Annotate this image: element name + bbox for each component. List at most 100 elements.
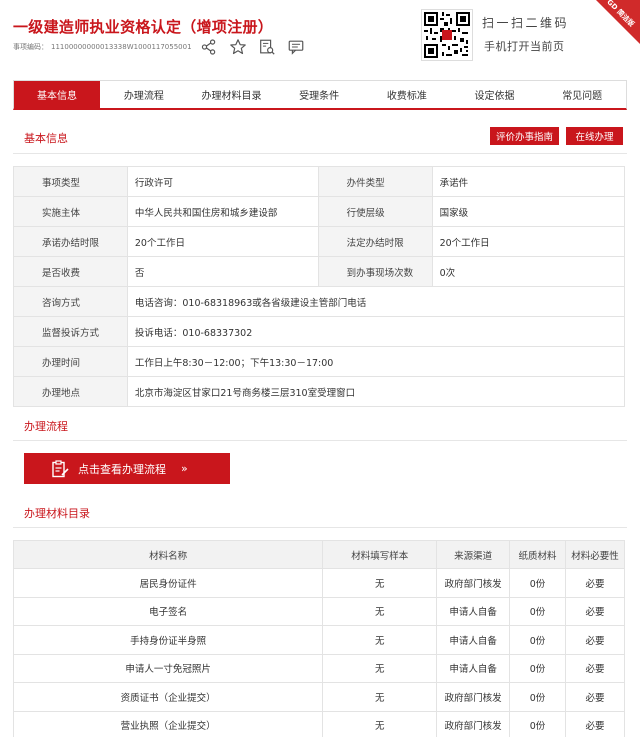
tab-process[interactable]: 办理流程 bbox=[100, 81, 188, 108]
field-value: 20个工作日 bbox=[431, 226, 626, 257]
tab-basis[interactable]: 设定依据 bbox=[451, 81, 539, 108]
table-row: 电子签名 无 申请人自备 0份 必要 bbox=[12, 596, 625, 626]
field-label: 承诺办结时限 bbox=[13, 226, 128, 257]
column-header: 材料填写样本 bbox=[322, 540, 438, 569]
star-icon[interactable] bbox=[229, 38, 247, 56]
section-title-basic-info: 基本信息 bbox=[24, 132, 68, 145]
field-label: 办理地点 bbox=[13, 376, 128, 407]
material-name: 手持身份证半身照 bbox=[12, 625, 324, 655]
field-value: 0次 bbox=[431, 256, 626, 287]
section-divider bbox=[13, 527, 627, 528]
item-code: 事项编码： 11100000000013338W1000117055001 bbox=[13, 42, 192, 52]
table-row: 手持身份证半身照 无 申请人自备 0份 必要 bbox=[12, 625, 625, 655]
table-row: 申请人一寸免冠照片 无 申请人自备 0份 必要 bbox=[12, 653, 625, 683]
field-label: 事项类型 bbox=[13, 166, 128, 197]
table-row: 资质证书（企业提交） 无 政府部门核发 0份 必要 bbox=[12, 682, 625, 712]
material-paper-count: 0份 bbox=[509, 710, 566, 737]
tab-basic-info[interactable]: 基本信息 bbox=[14, 81, 100, 108]
column-header: 纸质材料 bbox=[509, 540, 566, 569]
qr-code-image bbox=[421, 9, 473, 61]
item-code-value: 11100000000013338W1000117055001 bbox=[51, 43, 192, 51]
field-label: 咨询方式 bbox=[13, 286, 128, 317]
material-necessity: 必要 bbox=[565, 710, 625, 737]
material-source: 政府部门核发 bbox=[436, 710, 511, 737]
page-header: 一级建造师执业资格认定（增项注册） 事项编码： 11100000000013338… bbox=[0, 0, 640, 70]
table-row: 实施主体 中华人民共和国住房和城乡建设部 行使层级 国家级 bbox=[13, 196, 626, 227]
page-title: 一级建造师执业资格认定（增项注册） bbox=[13, 18, 274, 36]
material-necessity: 必要 bbox=[565, 568, 625, 598]
table-row: 承诺办结时限 20个工作日 法定办结时限 20个工作日 bbox=[13, 226, 626, 257]
field-label: 到办事现场次数 bbox=[317, 256, 433, 287]
field-value: 中华人民共和国住房和城乡建设部 bbox=[126, 196, 319, 227]
table-row: 办理地点 北京市海淀区甘家口21号商务楼三层310室受理窗口 bbox=[13, 376, 626, 407]
table-row: 咨询方式 电话咨询：010-68318963或各省级建设主管部门电话 bbox=[13, 286, 626, 317]
table-row: 营业执照（企业提交） 无 政府部门核发 0份 必要 bbox=[12, 710, 625, 737]
evaluate-guide-button[interactable]: 评价办事指南 bbox=[490, 127, 559, 145]
online-apply-button[interactable]: 在线办理 bbox=[566, 127, 623, 145]
field-label: 法定办结时限 bbox=[317, 226, 433, 257]
materials-table: 材料名称 材料填写样本 来源渠道 纸质材料 材料必要性 居民身份证件 无 政府部… bbox=[12, 540, 625, 737]
tab-conditions[interactable]: 受理条件 bbox=[275, 81, 363, 108]
material-paper-count: 0份 bbox=[509, 625, 566, 655]
view-process-button[interactable]: 点击查看办理流程 » bbox=[24, 453, 230, 484]
field-value: 投诉电话：010-68337302 bbox=[126, 316, 626, 347]
field-value: 承诺件 bbox=[431, 166, 626, 197]
section-title-process: 办理流程 bbox=[24, 420, 68, 433]
material-source: 申请人自备 bbox=[436, 653, 511, 683]
field-label: 实施主体 bbox=[13, 196, 128, 227]
table-row: 办理时间 工作日上午8:30－12:00；下午13:30－17:00 bbox=[13, 346, 626, 377]
material-necessity: 必要 bbox=[565, 625, 625, 655]
column-header: 材料名称 bbox=[12, 540, 324, 569]
tab-faq[interactable]: 常见问题 bbox=[538, 81, 626, 108]
item-code-label: 事项编码： bbox=[13, 43, 48, 51]
column-header: 来源渠道 bbox=[436, 540, 511, 569]
section-title-materials: 办理材料目录 bbox=[24, 507, 90, 520]
field-value: 行政许可 bbox=[126, 166, 319, 197]
tab-materials[interactable]: 办理材料目录 bbox=[188, 81, 276, 108]
table-row: 监督投诉方式 投诉电话：010-68337302 bbox=[13, 316, 626, 347]
simple-version-badge[interactable]: GD 简洁版 bbox=[596, 0, 640, 44]
material-sample: 无 bbox=[322, 710, 438, 737]
double-chevron-icon: » bbox=[181, 462, 188, 475]
material-sample: 无 bbox=[322, 625, 438, 655]
tab-bar: 基本信息 办理流程 办理材料目录 受理条件 收费标准 设定依据 常见问题 bbox=[13, 80, 627, 110]
material-name: 资质证书（企业提交） bbox=[12, 682, 324, 712]
scan-title: 扫一扫二维码 bbox=[482, 16, 570, 30]
section-divider bbox=[13, 153, 627, 154]
field-value: 否 bbox=[126, 256, 319, 287]
basic-info-table: 事项类型 行政许可 办件类型 承诺件 实施主体 中华人民共和国住房和城乡建设部 … bbox=[13, 166, 626, 407]
material-necessity: 必要 bbox=[565, 653, 625, 683]
table-row: 事项类型 行政许可 办件类型 承诺件 bbox=[13, 166, 626, 197]
material-necessity: 必要 bbox=[565, 596, 625, 626]
material-paper-count: 0份 bbox=[509, 568, 566, 598]
material-name: 营业执照（企业提交） bbox=[12, 710, 324, 737]
field-value: 国家级 bbox=[431, 196, 626, 227]
material-name: 居民身份证件 bbox=[12, 568, 324, 598]
field-value: 北京市海淀区甘家口21号商务楼三层310室受理窗口 bbox=[126, 376, 626, 407]
material-sample: 无 bbox=[322, 682, 438, 712]
column-header: 材料必要性 bbox=[565, 540, 625, 569]
field-value: 20个工作日 bbox=[126, 226, 319, 257]
material-paper-count: 0份 bbox=[509, 682, 566, 712]
field-label: 办件类型 bbox=[317, 166, 433, 197]
table-header-row: 材料名称 材料填写样本 来源渠道 纸质材料 材料必要性 bbox=[12, 540, 625, 569]
tab-fees[interactable]: 收费标准 bbox=[363, 81, 451, 108]
material-name: 电子签名 bbox=[12, 596, 324, 626]
table-row: 居民身份证件 无 政府部门核发 0份 必要 bbox=[12, 568, 625, 598]
material-sample: 无 bbox=[322, 653, 438, 683]
comment-icon[interactable] bbox=[287, 38, 305, 56]
material-source: 申请人自备 bbox=[436, 596, 511, 626]
field-label: 办理时间 bbox=[13, 346, 128, 377]
share-icon[interactable] bbox=[200, 38, 218, 56]
material-source: 申请人自备 bbox=[436, 625, 511, 655]
search-doc-icon[interactable] bbox=[258, 38, 276, 56]
field-label: 是否收费 bbox=[13, 256, 128, 287]
material-necessity: 必要 bbox=[565, 682, 625, 712]
material-sample: 无 bbox=[322, 568, 438, 598]
scan-subtitle: 手机打开当前页 bbox=[484, 40, 565, 53]
table-row: 是否收费 否 到办事现场次数 0次 bbox=[13, 256, 626, 287]
material-paper-count: 0份 bbox=[509, 653, 566, 683]
tool-icons bbox=[200, 38, 305, 56]
material-name: 申请人一寸免冠照片 bbox=[12, 653, 324, 683]
form-edit-icon bbox=[50, 459, 70, 479]
